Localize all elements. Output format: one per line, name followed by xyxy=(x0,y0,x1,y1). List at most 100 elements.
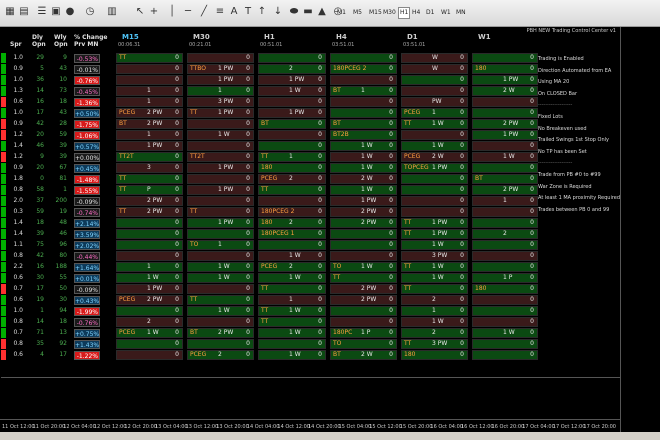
timeframe-cell-m30[interactable]: TO 1 0 xyxy=(187,240,254,250)
timeframe-cell-d1[interactable]: TT 1 PW 0 xyxy=(401,229,468,239)
timeframe-cell-d1[interactable]: 0 xyxy=(401,196,468,206)
timeframe-cell-w1[interactable]: 0 xyxy=(472,240,538,250)
timeframe-cell-h1[interactable]: 1 W 0 xyxy=(258,328,326,338)
timeframe-cell-h1[interactable]: 20 xyxy=(258,64,326,74)
new-chart-icon[interactable]: ▦ xyxy=(4,6,16,18)
timeframe-cell-h1[interactable]: BT 0 xyxy=(258,119,326,129)
timeframe-cell-m30[interactable]: 1 PW 0 xyxy=(187,75,254,85)
timeframe-cell-w1[interactable]: 2 W 0 xyxy=(472,86,538,96)
timeframe-cell-m30[interactable]: 0 xyxy=(187,317,254,327)
timeframe-cell-w1[interactable]: 20 xyxy=(472,229,538,239)
text-icon[interactable]: A xyxy=(228,6,240,18)
timeframe-cell-d1[interactable]: PW 0 xyxy=(401,97,468,107)
timeframe-cell-m30[interactable]: 0 xyxy=(187,251,254,261)
timeframe-cell-m30[interactable]: 0 xyxy=(187,119,254,129)
timeframe-cell-d1[interactable]: 0 xyxy=(401,75,468,85)
timeframe-cell-m15[interactable]: 1 PW 0 xyxy=(116,284,183,294)
timeframe-cell-h1[interactable]: 0 xyxy=(258,196,326,206)
timeframe-cell-h4[interactable]: TT 0 xyxy=(330,273,397,283)
timeframe-button-m30[interactable]: M30 xyxy=(382,8,397,18)
timeframe-cell-h1[interactable]: 180PCEG 1 0 xyxy=(258,229,326,239)
timeframe-button-d1[interactable]: D1 xyxy=(425,8,435,18)
timeframe-cell-h4[interactable]: 0 xyxy=(330,317,397,327)
timeframe-cell-m15[interactable]: 20 xyxy=(116,317,183,327)
timeframe-cell-d1[interactable]: TT 1 PW 0 xyxy=(401,218,468,228)
timeframe-cell-m15[interactable]: 30 xyxy=(116,163,183,173)
timeframe-cell-h4[interactable]: 1 W 0 xyxy=(330,152,397,162)
timeframe-cell-m15[interactable]: 10 xyxy=(116,262,183,272)
timeframe-cell-d1[interactable]: W0 xyxy=(401,53,468,63)
timeframe-cell-m15[interactable]: BT 2 PW 0 xyxy=(116,119,183,129)
timeframe-cell-m15[interactable]: TT 2 PW 0 xyxy=(116,207,183,217)
timeframe-cell-d1[interactable]: 0 xyxy=(401,130,468,140)
timeframe-cell-m30[interactable]: 0 xyxy=(187,284,254,294)
timeframe-cell-w1[interactable]: BT 0 xyxy=(472,174,538,184)
timeframe-cell-m15[interactable]: 0 xyxy=(116,75,183,85)
timeframe-cell-h1[interactable]: 1 PW 0 xyxy=(258,75,326,85)
timeframe-cell-w1[interactable]: 2 PW 0 xyxy=(472,119,538,129)
timeframe-cell-m15[interactable]: TT P 0 xyxy=(116,185,183,195)
timeframe-cell-m30[interactable]: 1 W 0 xyxy=(187,306,254,316)
timeframe-cell-m15[interactable]: 0 xyxy=(116,339,183,349)
timeframe-cell-d1[interactable]: PCEG 2 W 0 xyxy=(401,152,468,162)
timeframe-cell-m15[interactable]: 0 xyxy=(116,350,183,360)
ellipse-icon[interactable]: ⬬ xyxy=(288,6,300,18)
timeframe-cell-w1[interactable]: 0 xyxy=(472,108,538,118)
timeframe-cell-m15[interactable]: TT 0 xyxy=(116,174,183,184)
timeframe-cell-w1[interactable]: 0 xyxy=(472,218,538,228)
profiles-icon[interactable]: ▤ xyxy=(18,6,30,18)
timeframe-button-m5[interactable]: M5 xyxy=(352,8,363,18)
timeframe-cell-w1[interactable]: 0 xyxy=(472,163,538,173)
timeframe-cell-h1[interactable]: 180 2 0 xyxy=(258,218,326,228)
timeframe-cell-m15[interactable]: 0 xyxy=(116,218,183,228)
channel-icon[interactable]: ╱ xyxy=(198,6,210,18)
timeframe-cell-w1[interactable]: 0 xyxy=(472,339,538,349)
timeframe-cell-m15[interactable]: TT 0 xyxy=(116,53,183,63)
triangle-icon[interactable]: ▲ xyxy=(316,6,328,18)
market-watch-icon[interactable]: ▥ xyxy=(106,6,118,18)
horizontal-line-icon[interactable]: │ xyxy=(166,6,178,18)
arrow-up-icon[interactable]: ↑ xyxy=(256,6,268,18)
timeframe-cell-h4[interactable]: 2 PW 0 xyxy=(330,207,397,217)
timeframe-cell-d1[interactable]: TT 0 xyxy=(401,284,468,294)
timeframe-cell-m30[interactable]: 1 PW 0 xyxy=(187,163,254,173)
timeframe-cell-h1[interactable]: 10 xyxy=(258,295,326,305)
timeframe-cell-h4[interactable]: 2 W 0 xyxy=(330,174,397,184)
data-window-icon[interactable]: ▣ xyxy=(50,6,62,18)
timeframe-cell-w1[interactable]: 0 xyxy=(472,295,538,305)
timeframe-cell-d1[interactable]: 1 W 0 xyxy=(401,317,468,327)
timeframe-cell-h4[interactable]: 0 xyxy=(330,240,397,250)
timeframe-cell-h4[interactable]: 0 xyxy=(330,251,397,261)
timeframe-cell-w1[interactable]: 180 0 xyxy=(472,64,538,74)
rectangle-icon[interactable]: ▬ xyxy=(302,6,314,18)
timeframe-cell-w1[interactable]: 0 xyxy=(472,306,538,316)
timeframe-cell-h4[interactable]: 2 PW 0 xyxy=(330,284,397,294)
timeframe-cell-m30[interactable]: 1 W 0 xyxy=(187,273,254,283)
timeframe-cell-h1[interactable]: 1 W 0 xyxy=(258,251,326,261)
crosshair-icon[interactable]: ↖ xyxy=(134,6,146,18)
timeframe-cell-m30[interactable]: 0 xyxy=(187,174,254,184)
timeframe-cell-m30[interactable]: PCEG 2 0 xyxy=(187,350,254,360)
timeframe-cell-h1[interactable]: 1 PW 0 xyxy=(258,108,326,118)
timeframe-cell-h4[interactable]: BT 2 W 0 xyxy=(330,350,397,360)
timeframe-cell-d1[interactable]: PCEG 1 0 xyxy=(401,108,468,118)
timeframe-cell-w1[interactable]: 1 PW 0 xyxy=(472,130,538,140)
timeframe-cell-h4[interactable]: 0 xyxy=(330,306,397,316)
timeframe-cell-m15[interactable]: 10 xyxy=(116,97,183,107)
timeframe-cell-d1[interactable]: 0 xyxy=(401,185,468,195)
timeframe-cell-d1[interactable]: TT 1 W 0 xyxy=(401,119,468,129)
timeframe-cell-m15[interactable]: 1 PW 0 xyxy=(116,141,183,151)
timeframe-cell-h4[interactable]: TO 0 xyxy=(330,339,397,349)
timeframe-cell-d1[interactable]: 0 xyxy=(401,174,468,184)
timeframe-cell-m15[interactable]: 1 W 0 xyxy=(116,273,183,283)
timeframe-cell-m30[interactable]: 0 xyxy=(187,141,254,151)
timeframe-cell-d1[interactable]: 1 W 0 xyxy=(401,273,468,283)
timeframe-cell-w1[interactable]: 0 xyxy=(472,207,538,217)
timeframe-cell-h4[interactable]: BT 0 xyxy=(330,119,397,129)
timeframe-cell-h4[interactable]: 2 PW 0 xyxy=(330,218,397,228)
timeframe-cell-w1[interactable]: 1 W 0 xyxy=(472,152,538,162)
timeframe-cell-m15[interactable]: 0 xyxy=(116,240,183,250)
timeframe-button-m15[interactable]: M15 xyxy=(368,8,383,18)
timeframe-cell-h1[interactable]: 0 xyxy=(258,130,326,140)
timeframe-cell-m30[interactable]: 0 xyxy=(187,339,254,349)
